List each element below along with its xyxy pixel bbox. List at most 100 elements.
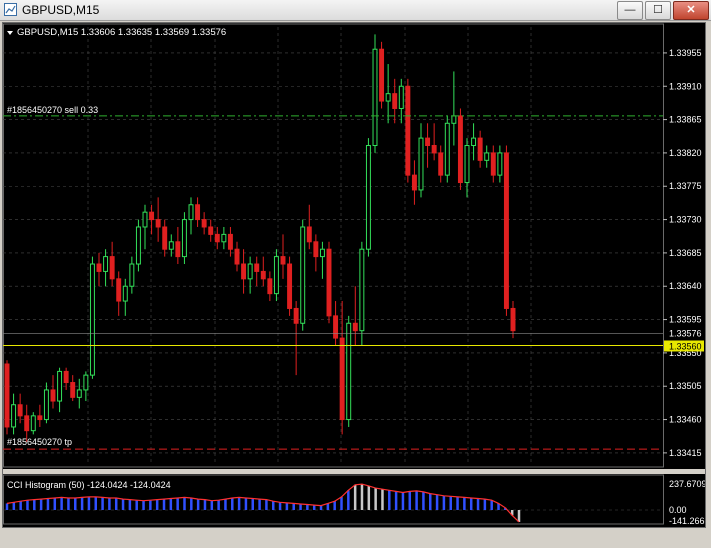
candle-bear[interactable] — [24, 415, 30, 432]
candle-bear[interactable] — [503, 152, 509, 309]
subwindow-splitter[interactable] — [3, 469, 705, 474]
window-title: GBPUSD,M15 — [22, 3, 100, 17]
candle-bear[interactable] — [254, 263, 260, 272]
candle-bear[interactable] — [438, 152, 444, 176]
price-tick-label: 1.33955 — [669, 48, 702, 58]
candle-bear[interactable] — [227, 233, 233, 250]
candle-bull[interactable] — [89, 263, 95, 376]
candle-bear[interactable] — [339, 337, 345, 421]
candle-bull[interactable] — [76, 389, 82, 398]
candle-bull[interactable] — [451, 115, 457, 124]
chart-window[interactable]: 1.33955 1.33910 1.33865 1.33820 1.33775 1.337… — [2, 22, 706, 528]
candle-bear[interactable] — [260, 270, 266, 280]
ohlc-low: 1.33569 — [152, 27, 189, 38]
candle-bull[interactable] — [418, 137, 424, 191]
candle-bull[interactable] — [398, 85, 404, 109]
candle-bear[interactable] — [379, 48, 385, 102]
candle-bear[interactable] — [425, 137, 431, 147]
candle-bull[interactable] — [359, 248, 365, 332]
candle-bull[interactable] — [346, 322, 352, 421]
close-button[interactable]: ✕ — [673, 1, 709, 20]
candle-bull[interactable] — [103, 256, 109, 272]
candle-bear[interactable] — [50, 389, 56, 402]
candle-bear[interactable] — [214, 233, 220, 243]
candle-bear[interactable] — [241, 263, 247, 280]
candle-bear[interactable] — [510, 307, 516, 332]
chart-menu-arrow-icon[interactable] — [7, 31, 13, 35]
candle-bear[interactable] — [175, 241, 181, 258]
candle-bull[interactable] — [142, 211, 148, 228]
candle-bull[interactable] — [221, 233, 227, 243]
candle-bear[interactable] — [313, 241, 319, 258]
price-tick-label: 1.33865 — [669, 115, 702, 125]
candle-bull[interactable] — [83, 374, 89, 391]
candle-bear[interactable] — [116, 278, 122, 302]
candle-bear[interactable] — [149, 211, 155, 221]
candle-bear[interactable] — [293, 307, 299, 324]
price-tick-label: 1.33640 — [669, 281, 702, 291]
ohlc-open: 1.33606 — [78, 27, 115, 38]
candle-bull[interactable] — [497, 152, 503, 176]
candle-bear[interactable] — [109, 256, 115, 280]
candle-bear[interactable] — [352, 322, 358, 332]
candle-bear[interactable] — [490, 152, 496, 176]
price-tick-label: 1.33820 — [669, 148, 702, 158]
candle-bull[interactable] — [168, 241, 174, 250]
candle-bear[interactable] — [477, 137, 483, 161]
candle-bear[interactable] — [405, 85, 411, 176]
candle-bull[interactable] — [385, 93, 391, 102]
price-tick-label: 1.33595 — [669, 315, 702, 325]
sell-order-label: #1856450270 sell 0.33 — [7, 105, 98, 115]
candle-bear[interactable] — [208, 226, 214, 235]
current-price-tag-label: 1.33576 — [669, 329, 702, 339]
candle-bull[interactable] — [365, 145, 371, 250]
candle-bull[interactable] — [30, 415, 36, 432]
candle-bull[interactable] — [300, 226, 306, 324]
candle-bear[interactable] — [431, 145, 437, 154]
candle-bull[interactable] — [43, 389, 49, 421]
candle-bull[interactable] — [122, 285, 128, 302]
candle-bear[interactable] — [195, 204, 201, 221]
bid-price-tag-label: 1.33560 — [669, 341, 702, 351]
candle-bear[interactable] — [37, 415, 43, 421]
candle-bear[interactable] — [280, 256, 286, 265]
candle-bull[interactable] — [11, 404, 17, 428]
candle-bull[interactable] — [471, 137, 477, 147]
candle-bear[interactable] — [287, 263, 293, 309]
candle-bull[interactable] — [57, 370, 63, 402]
candle-bull[interactable] — [464, 145, 470, 184]
minimize-button[interactable]: — — [617, 1, 643, 20]
candle-bear[interactable] — [201, 219, 207, 228]
candle-bear[interactable] — [306, 226, 312, 243]
candle-bull[interactable] — [247, 263, 253, 280]
candle-bear[interactable] — [4, 363, 10, 428]
candle-bull[interactable] — [372, 48, 378, 147]
candle-bear[interactable] — [267, 278, 273, 295]
candle-bear[interactable] — [411, 174, 417, 191]
ohlc-symbol: GBPUSD,M15 — [17, 27, 78, 38]
candle-bear[interactable] — [457, 115, 463, 184]
candle-bear[interactable] — [333, 315, 339, 339]
candle-bull[interactable] — [444, 122, 450, 176]
maximize-button[interactable]: ☐ — [645, 1, 671, 20]
candle-bull[interactable] — [135, 226, 141, 265]
candle-bull[interactable] — [319, 248, 325, 258]
candle-bear[interactable] — [96, 263, 102, 272]
candle-bear[interactable] — [326, 248, 332, 317]
ohlc-header: GBPUSD,M15 1.33606 1.33635 1.33569 1.335… — [17, 27, 226, 38]
candle-bull[interactable] — [188, 204, 194, 221]
candle-bull[interactable] — [484, 152, 490, 161]
candle-bull[interactable] — [273, 256, 279, 295]
candle-bear[interactable] — [392, 93, 398, 109]
candle-bear[interactable] — [70, 382, 76, 398]
candle-bear[interactable] — [17, 404, 23, 417]
candle-bear[interactable] — [162, 226, 168, 250]
candle-bull[interactable] — [129, 263, 135, 287]
candle-bull[interactable] — [181, 219, 187, 258]
price-tick-label: 1.33415 — [669, 448, 702, 458]
chart-canvas[interactable]: 1.33955 1.33910 1.33865 1.33820 1.33775 1.337… — [3, 23, 705, 527]
cci-axis-label: 237.6709 — [669, 479, 705, 489]
candle-bear[interactable] — [63, 370, 69, 384]
candle-bear[interactable] — [155, 219, 161, 228]
candle-bear[interactable] — [234, 248, 240, 265]
